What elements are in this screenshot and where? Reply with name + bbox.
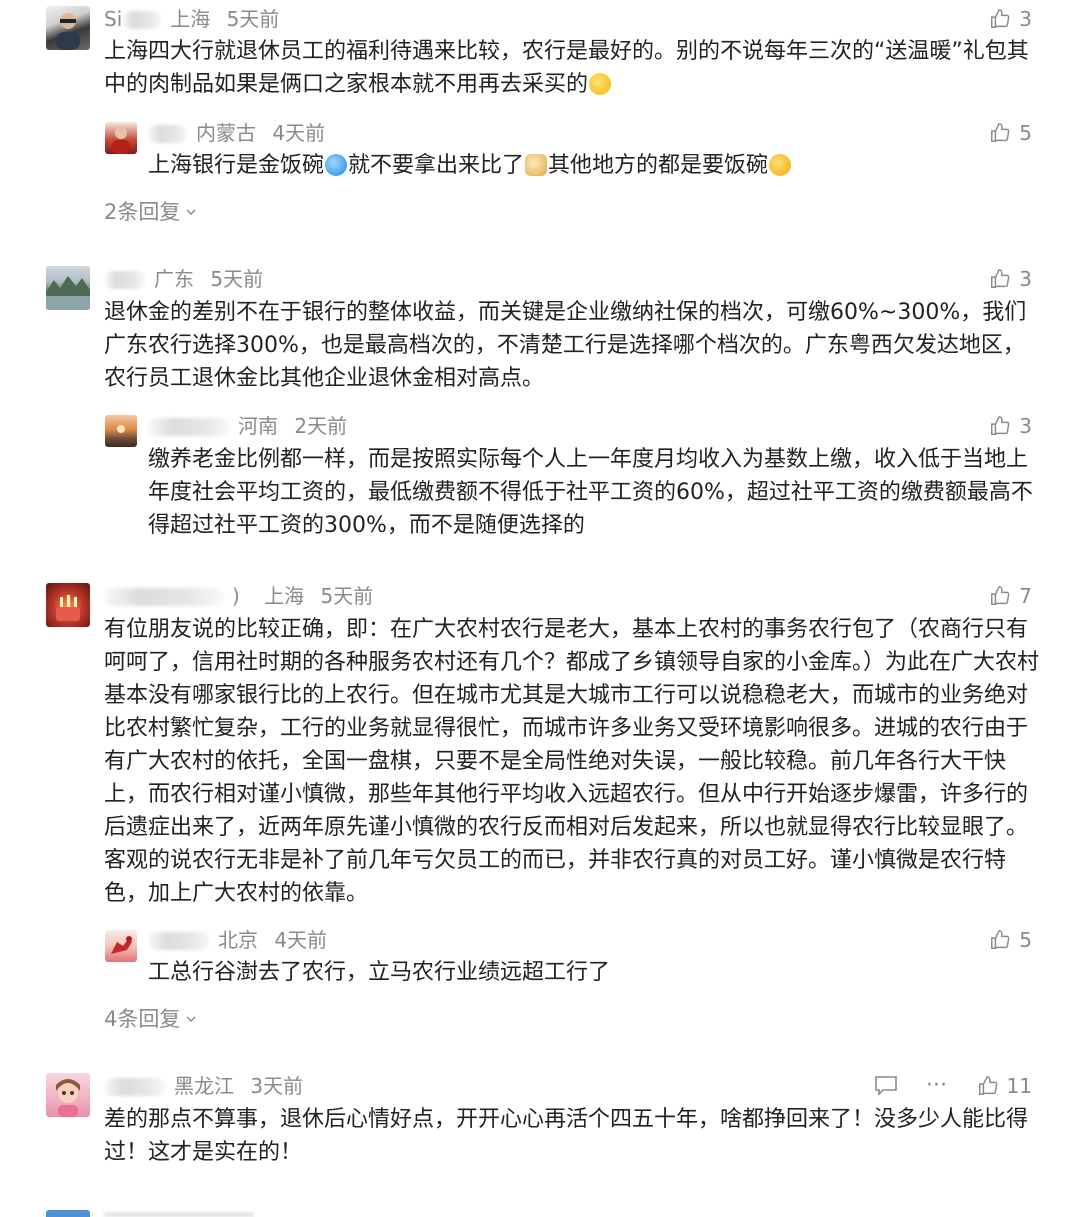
comment-text: 有位朋友说的比较正确，即：在广大农村农行是老大，基本上农村的事务农行包了（农商行… xyxy=(104,617,1040,906)
comment-feed: Si 上海 5天前 3 上海四大行就退休员工的福利待遇来比较，农行是最好的。别的不… xyxy=(0,0,1080,1217)
like-count: 3 xyxy=(1019,414,1032,438)
username-blur xyxy=(122,11,163,29)
like-button[interactable]: 5 xyxy=(989,927,1032,953)
comment-text: 上海四大行就退休员工的福利待遇来比较，农行是最好的。别的不说每年三次的“送温暖”… xyxy=(104,35,1039,101)
view-replies-label: 2条回复 xyxy=(104,200,181,224)
comment-meta: ) 上海 5天前 xyxy=(104,583,373,609)
thumbs-up-icon xyxy=(991,416,1010,435)
username-blur[interactable] xyxy=(148,418,230,436)
thumbs-up-icon xyxy=(991,269,1010,288)
more-icon: ··· xyxy=(926,1073,947,1098)
reply-meta: 河南 2天前 xyxy=(148,413,347,439)
username-blur[interactable] xyxy=(104,588,224,606)
thumbs-up-icon xyxy=(978,1076,997,1095)
avatar[interactable] xyxy=(105,930,137,962)
avatar[interactable] xyxy=(46,6,90,50)
username-blur[interactable] xyxy=(104,271,146,289)
username-blur[interactable] xyxy=(104,1078,166,1096)
reply-time: 4天前 xyxy=(274,928,328,952)
chevron-down-icon xyxy=(186,209,196,216)
more-options-button[interactable]: ··· xyxy=(926,1073,947,1099)
like-count: 11 xyxy=(1006,1074,1032,1098)
reply-text-part: 就不要拿出来比了 xyxy=(348,153,525,178)
comment-text: 退休金的差别不在于银行的整体收益，而关键是企业缴纳社保的档次，可缴60%~300… xyxy=(104,300,1027,391)
comment-time: 5天前 xyxy=(210,267,264,291)
reply-meta: 内蒙古 4天前 xyxy=(148,120,325,146)
blue-bowl-emoji xyxy=(325,154,348,176)
like-button[interactable]: 7 xyxy=(989,583,1032,609)
reply-location: 内蒙古 xyxy=(196,121,256,145)
username-blur[interactable] xyxy=(148,932,210,950)
reply-location: 北京 xyxy=(218,928,258,952)
comment-location: 黑龙江 xyxy=(174,1074,234,1098)
reply-text-part: 上海银行是金饭碗 xyxy=(148,153,325,178)
thumbs-up-icon xyxy=(991,930,1010,949)
thumbs-up-icon xyxy=(991,9,1010,28)
username[interactable]: Si xyxy=(104,7,122,31)
username-blur xyxy=(104,1212,254,1217)
comment-location: 上海 xyxy=(264,584,305,608)
like-button[interactable]: 11 xyxy=(977,1073,1032,1099)
thinking-face-emoji xyxy=(589,73,612,95)
reply-text: 工总行谷澍去了农行，立马农行业绩远超工行了 xyxy=(148,960,611,985)
reply-location: 河南 xyxy=(238,414,278,438)
avatar[interactable] xyxy=(46,1210,90,1217)
avatar[interactable] xyxy=(105,122,137,154)
doge-emoji xyxy=(525,154,548,176)
view-replies-button[interactable]: 4条回复 xyxy=(104,1005,198,1033)
comment-meta: Si 上海 5天前 xyxy=(104,6,279,32)
reply-time: 2天前 xyxy=(294,414,348,438)
reply-text-part: 其他地方的都是要饭碗 xyxy=(548,153,769,178)
view-replies-label: 4条回复 xyxy=(104,1007,181,1031)
thumbs-up-icon xyxy=(991,586,1010,605)
reply-text: 缴养老金比例都一样，而是按照实际每个人上一年度月均收入为基数上缴，收入低于当地上… xyxy=(148,447,1033,538)
like-count: 7 xyxy=(1019,584,1032,608)
like-count: 3 xyxy=(1019,267,1032,291)
thumbs-up-icon xyxy=(991,123,1010,142)
like-button[interactable]: 5 xyxy=(989,120,1032,146)
like-button[interactable]: 3 xyxy=(989,6,1032,32)
comment-location: 广东 xyxy=(154,267,194,291)
like-button[interactable]: 3 xyxy=(989,266,1032,292)
comment-time: 3天前 xyxy=(250,1074,304,1098)
username-blur[interactable] xyxy=(148,125,188,143)
comment-icon xyxy=(875,1076,897,1096)
username[interactable]: ) xyxy=(232,584,240,608)
comment-time: 5天前 xyxy=(320,584,374,608)
avatar[interactable] xyxy=(105,415,137,447)
reply-time: 4天前 xyxy=(272,121,326,145)
like-button[interactable]: 3 xyxy=(989,413,1032,439)
crying-face-emoji xyxy=(769,154,792,176)
reply-meta: 北京 4天前 xyxy=(148,927,327,953)
comment-meta: 黑龙江 3天前 xyxy=(104,1073,303,1099)
avatar[interactable] xyxy=(46,266,90,310)
comment-text: 差的那点不算事，退休后心情好点，开开心心再活个四五十年，啥都挣回来了！没多少人能… xyxy=(104,1107,1029,1165)
avatar[interactable] xyxy=(46,583,90,627)
comment-location: 上海 xyxy=(170,7,211,31)
comment-text-content: 上海四大行就退休员工的福利待遇来比较，农行是最好的。别的不说每年三次的“送温暖”… xyxy=(104,39,1029,97)
comment-time: 5天前 xyxy=(226,7,280,31)
like-count: 5 xyxy=(1019,928,1032,952)
reply-button[interactable] xyxy=(874,1075,898,1097)
like-count: 3 xyxy=(1019,7,1032,31)
like-count: 5 xyxy=(1019,121,1032,145)
reply-text: 上海银行是金饭碗 就不要拿出来比了 其他地方的都是要饭碗 xyxy=(148,149,1040,182)
comment-meta: 广东 5天前 xyxy=(104,266,263,292)
chevron-down-icon xyxy=(186,1016,196,1023)
view-replies-button[interactable]: 2条回复 xyxy=(104,198,198,226)
avatar[interactable] xyxy=(46,1073,90,1117)
